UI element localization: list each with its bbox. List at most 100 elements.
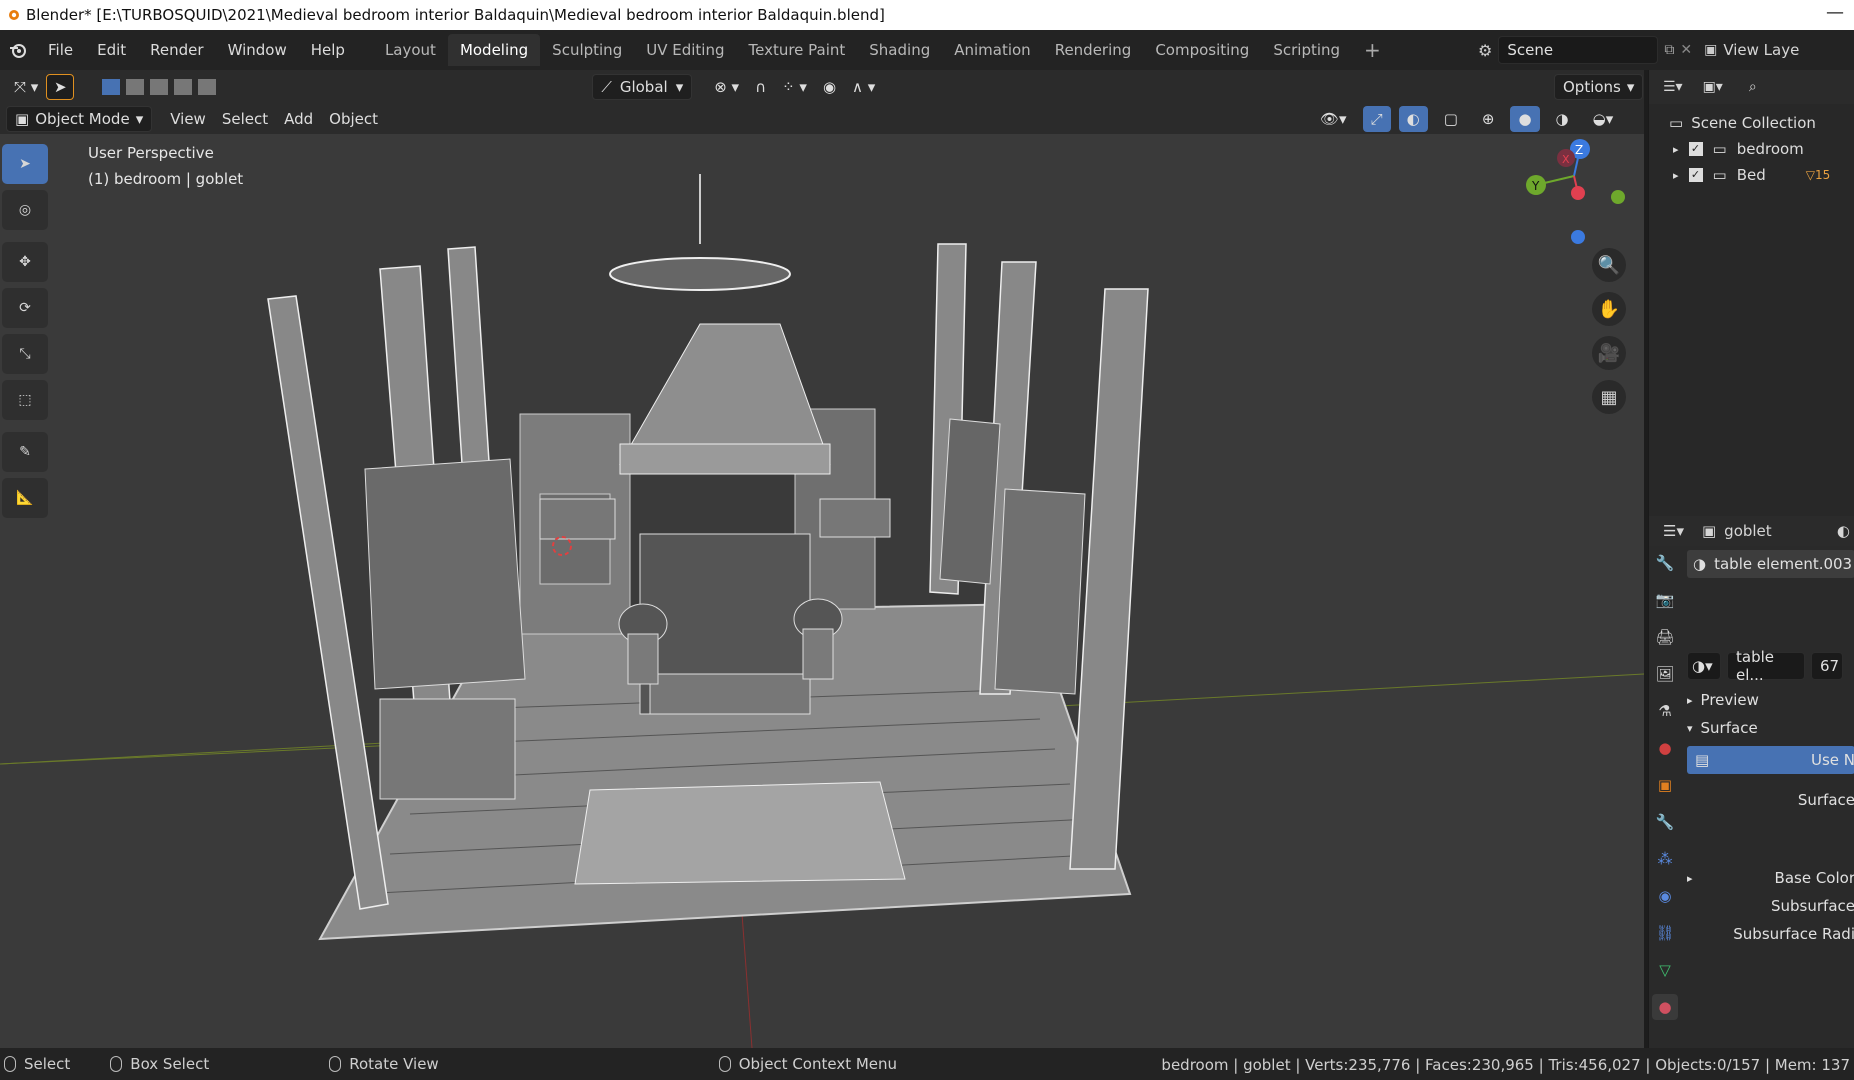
- material-users-count[interactable]: 67: [1811, 652, 1843, 680]
- rotate-tool-icon[interactable]: ⟳: [2, 288, 48, 328]
- data-tab-icon[interactable]: ▽: [1652, 957, 1678, 983]
- particles-tab-icon[interactable]: ⁂: [1652, 846, 1678, 872]
- tab-layout[interactable]: Layout: [373, 34, 448, 66]
- gizmo-toggle-icon[interactable]: ⤢: [1362, 106, 1391, 132]
- select-new-icon[interactable]: [102, 79, 121, 95]
- selection-modes[interactable]: [94, 74, 224, 100]
- checkbox-icon[interactable]: ✓: [1688, 142, 1703, 156]
- transform-pivot-icon[interactable]: ⤧ ▾: [6, 74, 46, 100]
- tab-animation[interactable]: Animation: [942, 34, 1042, 66]
- ortho-toggle-icon[interactable]: ▦: [1592, 380, 1626, 414]
- pin-icon[interactable]: ◐: [1837, 522, 1850, 540]
- use-nodes-button[interactable]: ▤ Use N: [1687, 746, 1854, 774]
- pivot-point-icon[interactable]: ⊗ ▾: [706, 74, 747, 100]
- subsurface-row[interactable]: Subsurface: [1687, 892, 1854, 920]
- editor-type-icon[interactable]: ☰▾: [1663, 79, 1683, 95]
- scene-icon[interactable]: ⚙: [1478, 41, 1492, 60]
- transform-tool-icon[interactable]: ⬚: [2, 380, 48, 420]
- surface-panel-header[interactable]: ▾ Surface: [1687, 714, 1854, 742]
- scale-tool-icon[interactable]: ⤡: [2, 334, 48, 374]
- material-name-field[interactable]: table el...: [1727, 648, 1805, 684]
- window-close-icon[interactable]: —: [1826, 2, 1844, 23]
- tab-uv-editing[interactable]: UV Editing: [634, 34, 736, 66]
- menu-file[interactable]: File: [36, 41, 85, 59]
- tab-shading[interactable]: Shading: [857, 34, 942, 66]
- select-extend-icon[interactable]: [126, 79, 145, 95]
- select-box-icon[interactable]: ➤: [2, 144, 48, 184]
- move-tool-icon[interactable]: ✥: [2, 242, 48, 282]
- select-intersect-icon[interactable]: [198, 79, 217, 95]
- menu-object[interactable]: Object: [321, 106, 386, 132]
- constraints-tab-icon[interactable]: ⛓: [1652, 920, 1678, 946]
- object-tab-icon[interactable]: ▣: [1652, 772, 1678, 798]
- tab-modeling[interactable]: Modeling: [447, 34, 541, 66]
- menu-help[interactable]: Help: [299, 41, 357, 59]
- blender-menu-icon[interactable]: [0, 40, 36, 60]
- orientation-dropdown[interactable]: ⟋ Global ▾: [592, 74, 693, 100]
- outliner-item-bedroom[interactable]: ▸ ✓ ▭ bedroom: [1649, 136, 1854, 162]
- material-tab-icon[interactable]: ●: [1652, 994, 1678, 1020]
- active-tool-icon[interactable]: ➤: [46, 74, 75, 100]
- search-icon[interactable]: ⌕: [1749, 79, 1757, 95]
- pan-hand-icon[interactable]: ✋: [1592, 292, 1626, 326]
- menu-select[interactable]: Select: [214, 106, 276, 132]
- browse-material-icon[interactable]: ◑▾: [1687, 652, 1721, 680]
- modifier-tab-icon[interactable]: 🔧: [1652, 809, 1678, 835]
- preview-panel-header[interactable]: ▸ Preview: [1687, 686, 1854, 714]
- falloff-icon[interactable]: ∧ ▾: [844, 74, 883, 100]
- shading-rendered-icon[interactable]: ◒▾: [1585, 106, 1622, 132]
- overlay-toggle-icon[interactable]: ◐: [1398, 106, 1428, 132]
- menu-view[interactable]: View: [162, 106, 214, 132]
- object-mode-dropdown[interactable]: ▣ Object Mode ▾: [6, 106, 153, 132]
- view-layer-icon[interactable]: ▣: [1704, 42, 1717, 58]
- snap-target-icon[interactable]: ⁘ ▾: [774, 74, 815, 100]
- tab-texture-paint[interactable]: Texture Paint: [736, 34, 857, 66]
- cursor-tool-icon[interactable]: ◎: [2, 190, 48, 230]
- measure-tool-icon[interactable]: 📐: [2, 478, 48, 518]
- shading-wireframe-icon[interactable]: ⊕: [1474, 106, 1503, 132]
- output-tab-icon[interactable]: 🖨: [1652, 624, 1678, 650]
- tab-rendering[interactable]: Rendering: [1043, 34, 1144, 66]
- zoom-icon[interactable]: 🔍: [1592, 248, 1626, 282]
- subsurface-radius-row[interactable]: Subsurface Radi: [1687, 920, 1854, 948]
- checkbox-icon[interactable]: ✓: [1688, 168, 1703, 182]
- select-subtract-icon[interactable]: [150, 79, 169, 95]
- navigation-gizmo[interactable]: Z Y X: [1526, 139, 1625, 244]
- tab-compositing[interactable]: Compositing: [1143, 34, 1261, 66]
- new-scene-icon[interactable]: ⧉: [1664, 42, 1674, 58]
- add-workspace-icon[interactable]: +: [1352, 34, 1393, 66]
- render-tab-icon[interactable]: 📷: [1652, 587, 1678, 613]
- world-tab-icon[interactable]: ●: [1652, 735, 1678, 761]
- menu-window[interactable]: Window: [216, 41, 299, 59]
- expand-arrow-icon[interactable]: ▸: [1673, 143, 1679, 156]
- 3d-viewport[interactable]: Z Y X User Perspective (1) bedroom | gob…: [0, 134, 1644, 1048]
- delete-scene-icon[interactable]: ✕: [1680, 42, 1692, 58]
- visibility-icon[interactable]: 👁▾: [1312, 106, 1355, 132]
- physics-tab-icon[interactable]: ◉: [1652, 883, 1678, 909]
- expand-arrow-icon[interactable]: ▸: [1673, 169, 1679, 182]
- xray-toggle-icon[interactable]: ▢: [1436, 106, 1466, 132]
- menu-edit[interactable]: Edit: [85, 41, 138, 59]
- view-layer-tab-icon[interactable]: 🖼: [1652, 661, 1678, 687]
- shading-material-icon[interactable]: ◑: [1548, 106, 1577, 132]
- camera-view-icon[interactable]: 🎥: [1592, 336, 1626, 370]
- annotate-tool-icon[interactable]: ✎: [2, 432, 48, 472]
- scene-tab-icon[interactable]: ⚗: [1652, 698, 1678, 724]
- outliner-item-bed[interactable]: ▸ ✓ ▭ Bed ▽15: [1649, 162, 1854, 188]
- base-color-row[interactable]: ▸ Base Color: [1687, 864, 1854, 892]
- shading-solid-icon[interactable]: ●: [1510, 106, 1540, 132]
- view-layer-name[interactable]: View Laye: [1723, 41, 1799, 59]
- tab-scripting[interactable]: Scripting: [1261, 34, 1352, 66]
- options-dropdown[interactable]: Options ▾: [1554, 74, 1644, 100]
- menu-add[interactable]: Add: [276, 106, 321, 132]
- proportional-edit-icon[interactable]: ◉: [815, 74, 844, 100]
- editor-type-icon[interactable]: ☰▾: [1663, 522, 1684, 540]
- display-mode-icon[interactable]: ▣▾: [1703, 79, 1723, 95]
- menu-render[interactable]: Render: [138, 41, 215, 59]
- material-slot-row[interactable]: ◑ table element.003: [1687, 550, 1854, 578]
- snap-toggle-icon[interactable]: ∩: [747, 74, 774, 100]
- outliner-scene-collection[interactable]: ▭ Scene Collection: [1649, 110, 1854, 136]
- tool-tab-icon[interactable]: 🔧: [1652, 550, 1678, 576]
- scene-name-field[interactable]: Scene: [1498, 36, 1659, 64]
- select-invert-icon[interactable]: [174, 79, 193, 95]
